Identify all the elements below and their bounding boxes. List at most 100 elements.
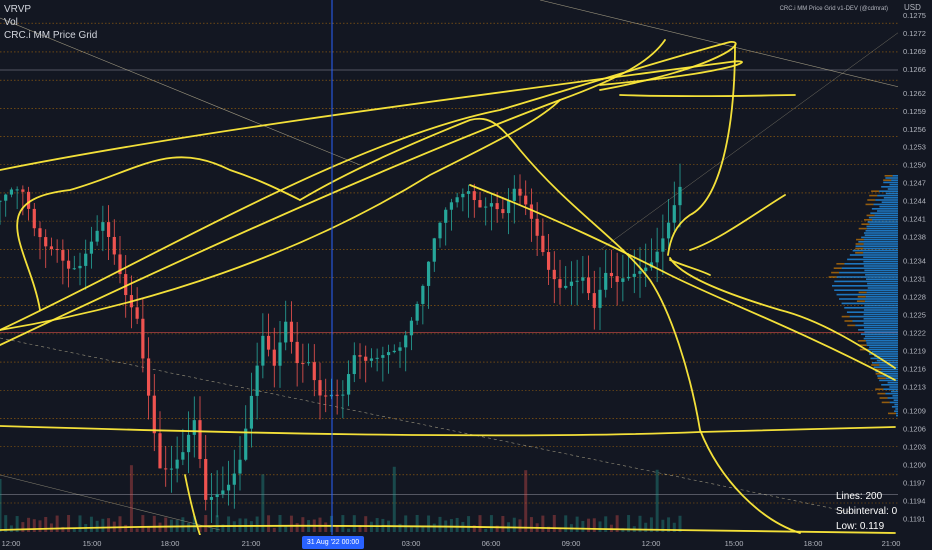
volume-profile-bar [881, 401, 890, 404]
candle-body [575, 280, 579, 282]
volume-profile-bar [864, 234, 898, 236]
volume-profile-bar [877, 377, 886, 379]
volume-profile-bar [864, 300, 898, 302]
volume-profile-bar [877, 210, 898, 212]
volume-profile-bar [877, 392, 886, 395]
volume-profile-bar [896, 412, 898, 415]
candle-body [461, 193, 465, 198]
candle-body [0, 200, 2, 202]
chart[interactable]: 0.1275 0.1272 0.1269 0.1266 0.1262 0.1259 0.12… [0, 0, 932, 550]
volume-bar [181, 517, 185, 532]
volume-bar [38, 520, 42, 532]
drawing-stroke [0, 99, 561, 331]
indicator-vol-label[interactable]: Vol [4, 16, 97, 29]
candle-body [386, 352, 391, 356]
candle-body [209, 496, 214, 500]
volume-profile-bar [868, 216, 898, 219]
volume-bar [227, 516, 231, 532]
volume-bar [341, 515, 345, 532]
volume-profile-bar [881, 186, 898, 188]
candle-body [169, 468, 174, 470]
candle-body [466, 191, 471, 194]
time-tick-label: 15:00 [725, 539, 744, 548]
volume-bar [409, 527, 413, 532]
volume-profile-bar [865, 296, 898, 298]
volume-profile-bar [839, 298, 898, 300]
volume-bar [478, 515, 482, 532]
volume-profile-bar [831, 271, 840, 274]
candle-body [215, 494, 219, 497]
price-tick-label: 0.1213 [903, 383, 926, 392]
volume-bar [55, 515, 59, 532]
candle-body [312, 362, 316, 381]
volume-profile-bar [863, 232, 898, 234]
volume-profile-bar [881, 201, 898, 203]
candle-body [352, 355, 356, 375]
candle-body [626, 276, 631, 279]
chart-canvas[interactable]: 0.1275 0.1272 0.1269 0.1266 0.1262 0.1259 0.12… [0, 0, 932, 550]
indicator-price-grid-label[interactable]: CRC.i MM Price Grid [4, 29, 97, 42]
candle-body [278, 342, 282, 366]
volume-profile-bar [892, 395, 898, 397]
volume-profile-bar [874, 214, 898, 217]
candle-body [558, 279, 562, 288]
candle-body [152, 395, 156, 434]
candle-body [232, 473, 236, 485]
candle-body [444, 209, 448, 223]
volume-profile-bar [887, 397, 898, 399]
time-tick-label: 09:00 [562, 539, 581, 548]
volume-profile-bar [863, 326, 898, 329]
candle-body [381, 355, 385, 358]
volume-bar [67, 515, 71, 532]
candle-body [198, 420, 202, 459]
candle-body [609, 272, 614, 277]
volume-profile-bar [855, 245, 898, 247]
candle-body [135, 307, 139, 319]
volume-profile-bar [865, 340, 898, 342]
volume-profile-bar [863, 256, 898, 258]
indicator-vrvp-label[interactable]: VRVP [4, 3, 97, 16]
volume-profile-bar [865, 203, 874, 206]
candle-body [524, 195, 528, 205]
volume-bar [129, 465, 133, 532]
candle-body [146, 358, 151, 396]
volume-profile-bar [869, 194, 878, 197]
candle-body [586, 277, 591, 294]
candle-body [409, 320, 414, 336]
volume-profile-bar [855, 324, 898, 327]
candle-body [204, 458, 208, 500]
volume-profile-bar [863, 265, 898, 267]
volume-bar [518, 519, 522, 532]
time-axis[interactable] [0, 535, 898, 550]
candle-body [592, 293, 596, 308]
volume-bar [289, 515, 293, 532]
volume-profile-bar [870, 212, 898, 214]
candle-body [106, 222, 111, 237]
price-tick-label: 0.1269 [903, 47, 926, 56]
volume-bar [164, 517, 168, 532]
volume-profile-bar [860, 333, 898, 335]
volume-profile-bar [894, 403, 898, 406]
volume-profile-bar [883, 181, 898, 184]
volume-profile-bar [834, 280, 898, 283]
price-tick-label: 0.1259 [903, 107, 926, 116]
drawing-stroke [0, 41, 737, 331]
trend-line-dashed [0, 337, 851, 513]
script-name-label: CRC.i MM Price Grid v1-DEV (@cdmrat) [779, 6, 888, 12]
volume-bar [284, 526, 288, 532]
volume-profile-bar [836, 263, 845, 265]
volume-profile-bar [888, 412, 896, 415]
volume-bar [467, 516, 471, 532]
candle-body [581, 277, 585, 281]
candle-body [335, 394, 339, 396]
volume-profile-bar [872, 219, 898, 221]
price-tick-label: 0.1209 [903, 407, 926, 416]
volume-bar [427, 515, 431, 532]
price-tick-label: 0.1197 [903, 479, 925, 488]
volume-bar [552, 515, 556, 532]
price-tick-label: 0.1203 [903, 443, 926, 452]
volume-bar [529, 517, 533, 532]
candle-body [478, 200, 482, 208]
candle-body [666, 222, 671, 239]
volume-profile-bar [871, 351, 898, 353]
